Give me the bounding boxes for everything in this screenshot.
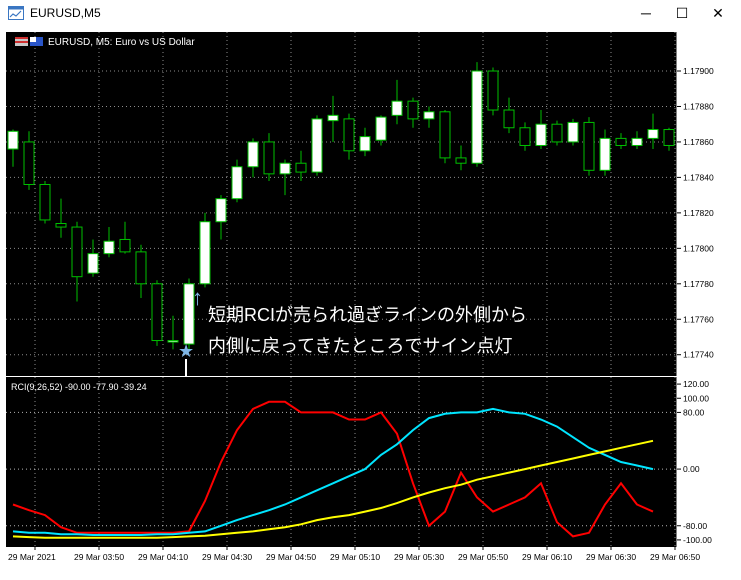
bear-candle: [119, 238, 131, 253]
chart-window-icon: [8, 6, 24, 20]
time-tick-label: 29 Mar 03:50: [74, 552, 124, 562]
bull-candle: [247, 141, 259, 168]
bull-candle: [311, 118, 323, 173]
mt5-chart-window: EURUSD,M5 ─ ☐ ✕ 1.17900 1.17880 1.17860 1.1…: [0, 0, 741, 575]
price-tick-label: 1.17880: [683, 101, 714, 111]
time-tick-label: 29 Mar 06:50: [650, 552, 700, 562]
time-tick-label: 29 Mar 04:30: [202, 552, 252, 562]
bear-candle: [663, 129, 675, 146]
bull-candle: [327, 114, 339, 122]
indicator-tick-label: 0.00: [683, 464, 700, 474]
bear-candle: [55, 223, 67, 228]
bear-candle: [71, 226, 83, 278]
bull-candle: [87, 253, 99, 274]
maximize-button[interactable]: ☐: [664, 0, 700, 27]
minimize-button[interactable]: ─: [628, 0, 664, 27]
bear-candle: [151, 283, 163, 342]
bear-candle: [455, 157, 467, 164]
up-arrow-icon: ↑: [192, 285, 203, 310]
bear-candle: [23, 141, 35, 185]
title-bar[interactable]: EURUSD,M5 ─ ☐ ✕: [0, 0, 741, 27]
annotation-line-1: 短期RCIが売られ過ぎラインの外側から: [208, 305, 527, 325]
bear-candle: [503, 109, 515, 129]
bear-candle: [615, 137, 627, 146]
bear-candle: [407, 100, 419, 120]
bear-candle: [295, 162, 307, 173]
bull-candle: [199, 221, 211, 285]
close-button[interactable]: ✕: [700, 0, 736, 27]
time-tick-label: 29 Mar 05:50: [458, 552, 508, 562]
bear-candle: [439, 111, 451, 159]
price-tick-label: 1.17800: [683, 243, 714, 253]
bear-candle: [343, 118, 355, 152]
price-scale[interactable]: 1.17900 1.17880 1.17860 1.17840 1.17820 1.178…: [677, 66, 714, 360]
time-tick-label: 29 Mar 05:30: [394, 552, 444, 562]
bull-candle: [103, 240, 115, 255]
annotation-line-2: 内側に戻ってきたところでサイン点灯: [208, 336, 513, 356]
window-title: EURUSD,M5: [30, 6, 101, 20]
indicator-label: RCI(9,26,52) -90.00 -77.90 -39.24: [11, 382, 147, 392]
indicator-tick-label: -80.00: [683, 521, 707, 531]
price-tick-label: 1.17740: [683, 350, 714, 360]
bull-candle: [391, 100, 403, 116]
bear-candle: [583, 121, 595, 171]
bull-candle: [471, 70, 483, 164]
price-tick-label: 1.17760: [683, 314, 714, 324]
indicator-tick-label: 100.00: [683, 393, 709, 403]
bear-candle: [551, 123, 563, 143]
bull-candle: [631, 137, 643, 146]
time-tick-label: 29 Mar 04:50: [266, 552, 316, 562]
price-tick-label: 1.17780: [683, 279, 714, 289]
symbol-description: EURUSD, M5: Euro vs US Dollar: [48, 37, 195, 48]
indicator-tick-label: 80.00: [683, 407, 705, 417]
bull-candle: [7, 130, 19, 150]
bear-candle: [263, 141, 275, 175]
price-tick-label: 1.17900: [683, 66, 714, 76]
time-tick-label: 29 Mar 06:10: [522, 552, 572, 562]
bull-candle: [279, 162, 291, 175]
star-signal-icon: ★: [178, 341, 194, 361]
bull-candle: [567, 121, 579, 143]
bull-candle: [375, 116, 387, 141]
chart-area[interactable]: 1.17900 1.17880 1.17860 1.17840 1.17820 1.178…: [0, 27, 741, 575]
bull-candle: [231, 166, 243, 200]
bull-candle: [647, 129, 659, 139]
price-tick-label: 1.17860: [683, 137, 714, 147]
indicator-panel-background: [6, 377, 677, 547]
bear-candle: [135, 251, 147, 285]
bull-candle: [599, 137, 611, 171]
time-scale[interactable]: 29 Mar 2021 29 Mar 03:50 29 Mar 04:10 29 Ma…: [8, 547, 700, 562]
price-tick-label: 1.17820: [683, 208, 714, 218]
indicator-tick-label: -100.00: [683, 535, 712, 545]
time-tick-label: 29 Mar 06:30: [586, 552, 636, 562]
time-tick-label: 29 Mar 2021: [8, 552, 56, 562]
time-tick-label: 29 Mar 04:10: [138, 552, 188, 562]
bear-candle: [39, 183, 51, 221]
indicator-tick-label: 120.00: [683, 379, 709, 389]
bull-candle: [359, 136, 371, 152]
bear-candle: [519, 127, 531, 146]
bear-candle: [487, 70, 499, 111]
price-tick-label: 1.17840: [683, 172, 714, 182]
bull-candle: [167, 340, 179, 343]
bull-candle: [215, 198, 227, 223]
price-chart-canvas[interactable]: 1.17900 1.17880 1.17860 1.17840 1.17820 1.178…: [0, 27, 741, 575]
bull-candle: [423, 111, 435, 120]
bull-candle: [535, 123, 547, 146]
time-tick-label: 29 Mar 05:10: [330, 552, 380, 562]
indicator-scale[interactable]: 120.00 100.00 80.00 0.00 -80.00 -100.00: [677, 379, 712, 545]
